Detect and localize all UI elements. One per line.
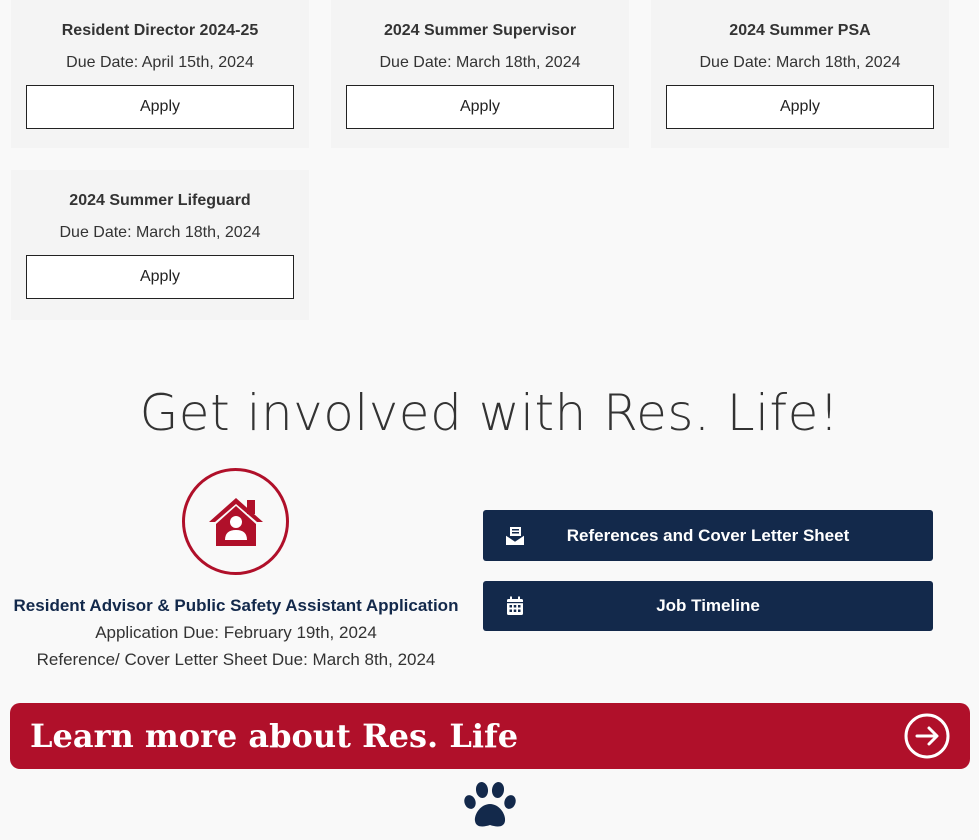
job-card-summer-supervisor: 2024 Summer Supervisor Due Date: March 1… bbox=[331, 0, 629, 148]
house-user-icon bbox=[208, 497, 263, 546]
job-title: 2024 Summer PSA bbox=[729, 22, 871, 39]
ra-application-due: Application Due: February 19th, 2024 bbox=[95, 623, 377, 642]
job-card-resident-director: Resident Director 2024-25 Due Date: Apri… bbox=[11, 0, 309, 148]
job-due-date: Due Date: March 18th, 2024 bbox=[59, 224, 261, 241]
calendar-icon bbox=[507, 596, 523, 615]
apply-button[interactable]: Apply bbox=[26, 255, 294, 299]
job-card-summer-psa: 2024 Summer PSA Due Date: March 18th, 20… bbox=[651, 0, 949, 148]
learn-more-banner[interactable]: Learn more about Res. Life bbox=[10, 703, 970, 769]
job-title: Resident Director 2024-25 bbox=[61, 22, 259, 39]
ra-application-title: Resident Advisor & Public Safety Assista… bbox=[13, 596, 459, 615]
envelope-open-icon bbox=[505, 526, 525, 545]
apply-button[interactable]: Apply bbox=[666, 85, 934, 129]
job-due-date: Due Date: April 15th, 2024 bbox=[66, 54, 254, 71]
paw-icon bbox=[464, 782, 516, 827]
job-title: 2024 Summer Lifeguard bbox=[69, 192, 251, 209]
learn-more-label: Learn more about Res. Life bbox=[30, 717, 519, 755]
job-timeline-button[interactable]: Job Timeline bbox=[483, 581, 933, 631]
job-due-date: Due Date: March 18th, 2024 bbox=[379, 54, 581, 71]
section-heading: Get involved with Res. Life! bbox=[139, 384, 840, 442]
job-timeline-button-label: Job Timeline bbox=[656, 596, 760, 615]
references-cover-letter-button[interactable]: References and Cover Letter Sheet bbox=[483, 510, 933, 561]
apply-button[interactable]: Apply bbox=[346, 85, 614, 129]
arrow-right-circle-icon bbox=[904, 713, 950, 759]
job-title: 2024 Summer Supervisor bbox=[383, 22, 577, 39]
job-due-date: Due Date: March 18th, 2024 bbox=[699, 54, 901, 71]
house-user-icon-circle bbox=[182, 468, 289, 575]
references-button-label: References and Cover Letter Sheet bbox=[566, 525, 850, 545]
job-card-summer-lifeguard: 2024 Summer Lifeguard Due Date: March 18… bbox=[11, 170, 309, 320]
ra-reference-due: Reference/ Cover Letter Sheet Due: March… bbox=[36, 650, 436, 669]
apply-button[interactable]: Apply bbox=[26, 85, 294, 129]
